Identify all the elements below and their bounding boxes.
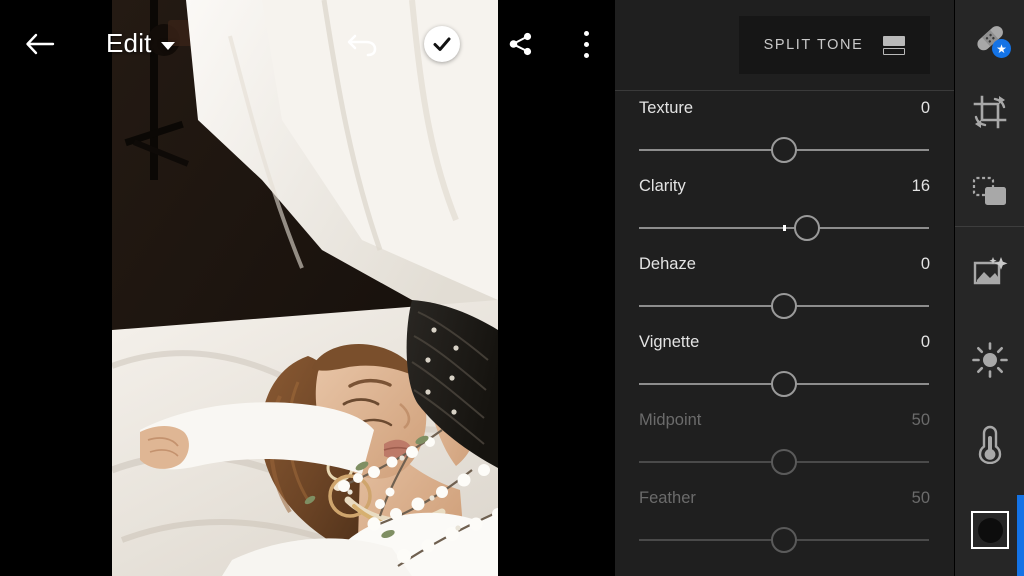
slider-value: 0: [920, 255, 930, 273]
split-tone-label: SPLIT TONE: [763, 37, 864, 53]
rail-item-healing[interactable]: ★: [955, 6, 1024, 70]
rail-item-effects[interactable]: [955, 498, 1024, 562]
slider-row-dehaze[interactable]: Dehaze 0: [615, 255, 954, 333]
slider-value: 0: [920, 333, 930, 351]
share-icon: [509, 32, 532, 56]
slider-header: Clarity 16: [639, 177, 930, 203]
presets-layers-icon: [972, 176, 1006, 205]
canvas-area: Edit: [0, 0, 615, 576]
slider-track-area[interactable]: [639, 136, 930, 164]
slider-row-texture[interactable]: Texture 0: [615, 99, 954, 177]
slider-header: Texture 0: [639, 99, 930, 125]
slider-thumb[interactable]: [771, 527, 797, 553]
slider-label: Clarity: [639, 177, 686, 195]
slider-thumb[interactable]: [771, 293, 797, 319]
rail-item-color[interactable]: [955, 412, 1024, 476]
rail-item-presets[interactable]: [955, 160, 1024, 224]
slider-thumb[interactable]: [771, 371, 797, 397]
photo-preview[interactable]: [112, 0, 498, 576]
slider-thumb[interactable]: [771, 449, 797, 475]
arrow-left-icon: [26, 33, 55, 55]
slider-value: 16: [911, 177, 930, 195]
slider-header: Dehaze 0: [639, 255, 930, 281]
slider-label: Feather: [639, 489, 696, 507]
slider-default-tick: [782, 225, 786, 231]
slider-track-area[interactable]: [639, 292, 930, 320]
slider-track-area[interactable]: [639, 214, 930, 242]
check-icon: [433, 37, 451, 51]
slider-track-area[interactable]: [639, 370, 930, 398]
undo-button[interactable]: [344, 26, 382, 62]
slider-label: Dehaze: [639, 255, 696, 273]
more-vertical-icon: [583, 52, 589, 58]
slider-value: 50: [911, 411, 930, 429]
slider-row-midpoint[interactable]: Midpoint 50: [615, 411, 954, 489]
slider-track-area[interactable]: [639, 526, 930, 554]
slider-header: Midpoint 50: [639, 411, 930, 437]
slider-label: Vignette: [639, 333, 700, 351]
slider-header: Vignette 0: [639, 333, 930, 359]
slider-list: Texture 0 Clarity 16 Dehaze 0 Vignette 0 Midpoin…: [615, 91, 954, 567]
slider-label: Midpoint: [639, 411, 702, 429]
rail-item-auto-enhance[interactable]: [955, 240, 1024, 304]
confirm-button[interactable]: [424, 26, 460, 62]
vertical-scroll-indicator[interactable]: [1017, 495, 1024, 576]
effects-vignette-icon: [971, 511, 1009, 549]
chevron-down-icon: [160, 41, 175, 50]
back-button[interactable]: [20, 24, 60, 64]
split-tone-button[interactable]: SPLIT TONE: [739, 16, 930, 74]
rail-item-light[interactable]: [955, 328, 1024, 392]
panel-header: SPLIT TONE: [615, 0, 954, 91]
share-button[interactable]: [503, 26, 539, 62]
slider-label: Texture: [639, 99, 694, 117]
slider-thumb[interactable]: [771, 137, 797, 163]
more-options-button[interactable]: [570, 26, 602, 62]
slider-row-feather[interactable]: Feather 50: [615, 489, 954, 567]
crop-rotate-icon: [973, 95, 1007, 129]
slider-thumb[interactable]: [794, 215, 821, 241]
undo-icon: [347, 34, 377, 57]
color-thermometer-icon: [978, 425, 1002, 464]
split-tone-icon: [883, 35, 906, 55]
rail-divider: [955, 226, 1024, 227]
slider-track-area[interactable]: [639, 448, 930, 476]
slider-row-vignette[interactable]: Vignette 0: [615, 333, 954, 411]
effects-edit-panel: SPLIT TONE Texture 0 Clarity 16 Dehaze 0 Vigne…: [615, 0, 954, 576]
tool-rail: ★: [954, 0, 1024, 576]
slider-value: 50: [911, 489, 930, 507]
slider-header: Feather 50: [639, 489, 930, 515]
light-sun-icon: [972, 342, 1008, 378]
rail-item-crop[interactable]: [955, 80, 1024, 144]
slider-value: 0: [920, 99, 930, 117]
auto-enhance-icon: [973, 257, 1008, 285]
page-title: Edit: [106, 28, 152, 58]
photo-illustration: [112, 0, 498, 576]
more-vertical-icon: [583, 30, 589, 36]
lightroom-edit-screen: Edit SPLIT TONE Texture 0 Clarity 16 Deh…: [0, 0, 1024, 576]
slider-row-clarity[interactable]: Clarity 16: [615, 177, 954, 255]
premium-star-badge: ★: [992, 39, 1011, 58]
more-vertical-icon: [583, 41, 589, 47]
screen-title-dropdown[interactable]: Edit: [106, 28, 175, 59]
